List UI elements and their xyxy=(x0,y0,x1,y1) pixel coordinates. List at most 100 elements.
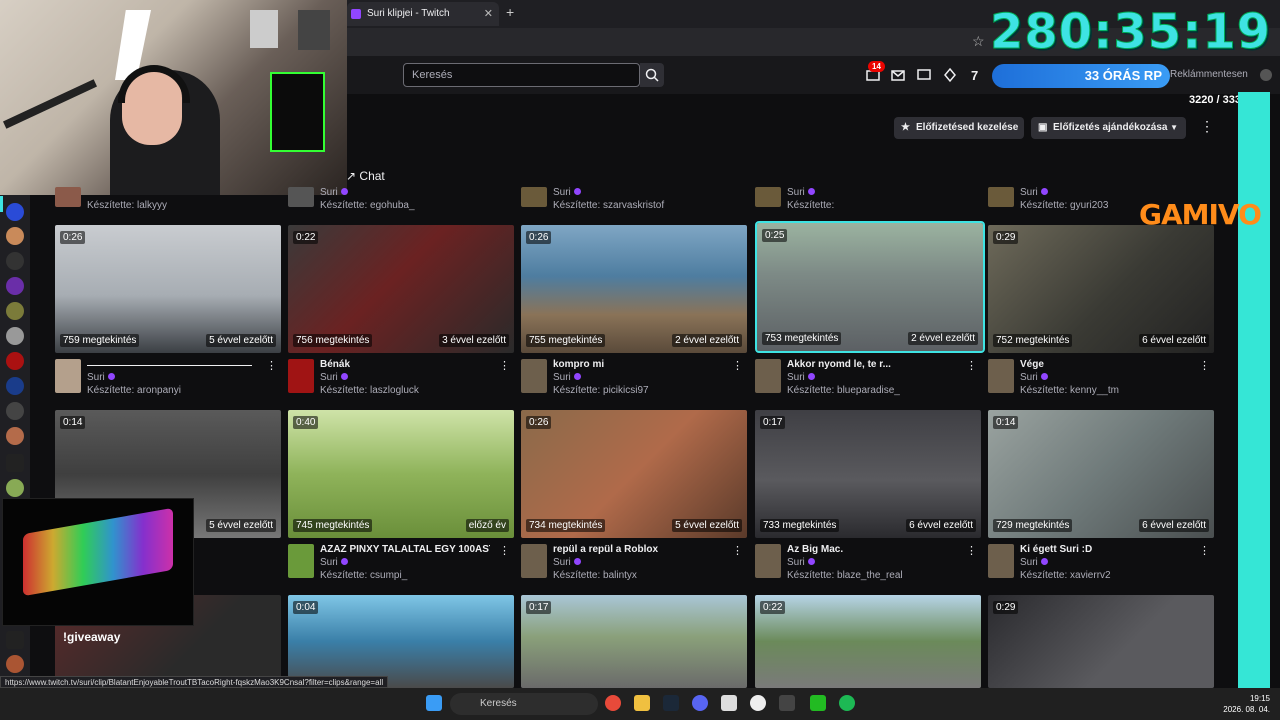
clip-title[interactable]: AZAZ PINXY TALALTAL EGY 100AST ... xyxy=(320,544,490,555)
steam-icon[interactable] xyxy=(663,695,679,711)
clip-title[interactable]: Az Big Mac. xyxy=(787,544,957,555)
search-input[interactable]: Keresés xyxy=(403,63,640,87)
clip-thumbnail[interactable]: 0:40 745 megtekintés előző év xyxy=(288,410,514,538)
windows-start-icon[interactable] xyxy=(426,695,442,711)
clip-age: 2 évvel ezelőtt xyxy=(908,332,978,345)
clip-thumbnail[interactable]: 0:22 xyxy=(755,595,981,688)
channel-avatar[interactable] xyxy=(6,302,24,320)
channel-avatar[interactable] xyxy=(6,252,24,270)
clip-menu-icon[interactable]: ⋮ xyxy=(1199,544,1210,557)
clip-duration: 0:26 xyxy=(526,231,552,244)
clip-thumbnail-hovered[interactable]: 0:25 753 megtekintés 2 évvel ezelőtt xyxy=(755,221,985,353)
bookmark-star-icon[interactable]: ☆ xyxy=(972,33,985,50)
clip-age: 6 évvel ezelőtt xyxy=(906,519,976,532)
taskbar-clock[interactable]: 19:15 2026. 08. 04. xyxy=(1222,693,1270,715)
clip-thumbnail[interactable]: 0:29 xyxy=(988,595,1214,688)
clip-thumbnail[interactable]: 0:26 734 megtekintés 5 évvel ezelőtt xyxy=(521,410,747,538)
clip-thumbnail[interactable]: 0:17 733 megtekintés 6 évvel ezelőtt xyxy=(755,410,981,538)
verified-icon xyxy=(340,558,348,565)
clip-menu-icon[interactable]: ⋮ xyxy=(966,544,977,557)
app-icon[interactable] xyxy=(810,695,826,711)
clip-info[interactable]: repül a repül a Roblox Suri Készítette: … xyxy=(521,544,747,588)
clip-info[interactable]: Akkor nyomd le, te r... Suri Készítette:… xyxy=(755,359,981,403)
chat-popout-link[interactable]: ↗ Chat xyxy=(346,169,385,183)
clip-info[interactable]: Suri Készítette: xyxy=(755,187,981,213)
clip-title[interactable]: kompro mi xyxy=(553,359,723,370)
channel-avatar[interactable] xyxy=(6,352,24,370)
more-options-icon[interactable]: ⋮ xyxy=(1200,118,1214,135)
clip-views: 753 megtekintés xyxy=(762,332,842,345)
clip-menu-icon[interactable]: ⋮ xyxy=(966,359,977,372)
whispers-icon[interactable] xyxy=(916,67,932,83)
channel-avatar[interactable] xyxy=(6,277,24,295)
clip-menu-icon[interactable]: ⋮ xyxy=(499,359,510,372)
clip-thumbnail[interactable]: 0:26 759 megtekintés 5 évvel ezelőtt xyxy=(55,225,281,353)
clip-thumbnail[interactable]: 0:22 756 megtekintés 3 évvel ezelőtt xyxy=(288,225,514,353)
channel-avatar[interactable] xyxy=(6,655,24,673)
clip-title[interactable]: Vége xyxy=(1020,359,1190,370)
clip-info[interactable]: AZAZ PINXY TALALTAL EGY 100AST ... Suri … xyxy=(288,544,514,588)
clip-info[interactable]: Bénák Suri Készítette: laszlogluck ⋮ xyxy=(288,359,514,403)
clip-menu-icon[interactable]: ⋮ xyxy=(266,359,277,372)
video-icon[interactable] xyxy=(6,631,24,649)
clip-thumbnail[interactable]: 0:17 xyxy=(521,595,747,688)
clip-info[interactable]: Az Big Mac. Suri Készítette: blaze_the_r… xyxy=(755,544,981,588)
close-tab-icon[interactable]: ✕ xyxy=(484,2,493,26)
ad-free-label[interactable]: Reklámmentesen xyxy=(1170,69,1248,80)
clip-info[interactable]: Suri Készítette: szarvaskristof xyxy=(521,187,747,213)
clip-title[interactable]: repül a repül a Roblox xyxy=(553,544,723,555)
channel-name: Suri xyxy=(320,187,338,198)
obs-icon[interactable] xyxy=(750,695,766,711)
user-menu-icon[interactable] xyxy=(1258,67,1274,83)
channel-avatar[interactable] xyxy=(6,377,24,395)
clip-thumbnail[interactable]: 0:26 755 megtekintés 2 évvel ezelőtt xyxy=(521,225,747,353)
clip-title[interactable]: Bénák xyxy=(320,359,490,370)
app-icon[interactable] xyxy=(779,695,795,711)
crown-icon[interactable] xyxy=(942,67,958,83)
clip-title[interactable]: Ki égett Suri :D xyxy=(1020,544,1190,555)
browser-tab[interactable]: Suri klipjei - Twitch ✕ xyxy=(347,2,499,26)
clip-menu-icon[interactable]: ⋮ xyxy=(732,544,743,557)
clip-thumbnail[interactable]: 0:29 752 megtekintés 6 évvel ezelőtt xyxy=(988,225,1214,353)
extension-icon[interactable]: 7 xyxy=(970,67,986,83)
file-explorer-icon[interactable] xyxy=(634,695,650,711)
active-indicator xyxy=(0,196,3,212)
pc-case xyxy=(270,72,325,152)
clip-info[interactable]: kompro mi Suri Készítette: picikicsi97 ⋮ xyxy=(521,359,747,403)
clip-info[interactable]: Suri Készítette: egohuba_ xyxy=(288,187,514,213)
gift-subscription-button[interactable]: ▣ Előfizetés ajándékozása ▼ xyxy=(1031,117,1186,139)
clip-channel: Suri xyxy=(1020,557,1048,568)
clip-views: 752 megtekintés xyxy=(993,334,1073,347)
clip-duration: 0:40 xyxy=(293,416,319,429)
clip-info[interactable]: Ki égett Suri :D Suri Készítette: xavier… xyxy=(988,544,1214,588)
channel-avatar[interactable] xyxy=(6,402,24,420)
chrome-icon[interactable] xyxy=(605,695,621,711)
clip-title[interactable]: Akkor nyomd le, te r... xyxy=(787,359,957,370)
clip-thumbnail[interactable]: 0:14 729 megtekintés 6 évvel ezelőtt xyxy=(988,410,1214,538)
channel-avatar[interactable] xyxy=(6,327,24,345)
channel-avatar[interactable] xyxy=(6,427,24,445)
discord-icon[interactable] xyxy=(692,695,708,711)
new-tab-button[interactable]: + xyxy=(506,4,514,20)
clip-info[interactable]: Suri Készítette: aronpanyi ⋮ xyxy=(55,359,281,403)
clip-creator: Készítette: gyuri203 xyxy=(1020,200,1109,211)
clip-info[interactable]: Készítette: lalkyyy xyxy=(55,187,281,213)
clip-menu-icon[interactable]: ⋮ xyxy=(732,359,743,372)
channel-avatar[interactable] xyxy=(6,203,24,221)
taskbar-search[interactable]: Keresés xyxy=(450,693,598,715)
channel-avatar[interactable] xyxy=(6,479,24,497)
manage-subscription-button[interactable]: ★ Előfizetésed kezelése xyxy=(894,117,1024,139)
search-button[interactable] xyxy=(640,63,664,87)
spotify-icon[interactable] xyxy=(839,695,855,711)
clip-thumbnail[interactable]: 0:04 xyxy=(288,595,514,688)
mail-icon[interactable] xyxy=(890,67,906,83)
video-icon[interactable] xyxy=(6,454,24,472)
clip-menu-icon[interactable]: ⋮ xyxy=(499,544,510,557)
clip-menu-icon[interactable]: ⋮ xyxy=(1199,359,1210,372)
verified-icon xyxy=(340,188,348,195)
notepad-icon[interactable] xyxy=(721,695,737,711)
twitch-favicon-icon xyxy=(351,9,361,19)
channel-avatar[interactable] xyxy=(6,227,24,245)
clip-info[interactable]: Vége Suri Készítette: kenny__tm ⋮ xyxy=(988,359,1214,403)
clip-duration: 0:04 xyxy=(293,601,319,614)
